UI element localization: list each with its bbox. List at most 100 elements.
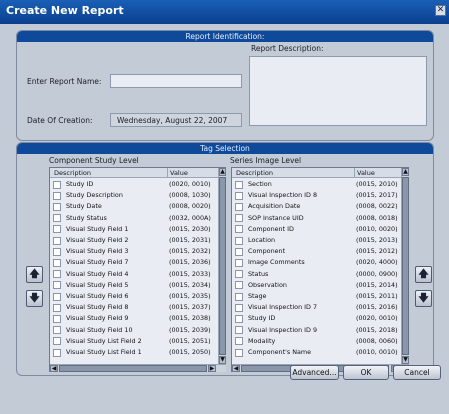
- row-checkbox[interactable]: [235, 270, 243, 279]
- table-row[interactable]: Component ID (0010, 0020): [232, 224, 408, 235]
- advanced-button[interactable]: Advanced...: [290, 365, 339, 380]
- table-row[interactable]: Section (0015, 2010): [232, 179, 408, 190]
- vertical-scrollbar[interactable]: ▲ ▼: [218, 168, 226, 364]
- row-checkbox[interactable]: [235, 348, 243, 357]
- row-checkbox[interactable]: [53, 214, 61, 223]
- table-row[interactable]: Image Comments (0020, 4000): [232, 257, 408, 268]
- table-row[interactable]: Study Description (0008, 1030): [50, 190, 225, 201]
- column-header-description[interactable]: Description: [52, 168, 165, 178]
- scroll-right-icon[interactable]: ▶: [208, 365, 216, 372]
- horizontal-scroll-thumb[interactable]: [59, 365, 207, 372]
- table-row[interactable]: Visual Inspection ID 9 (0015, 2018): [232, 325, 408, 336]
- row-checkbox[interactable]: [235, 303, 243, 312]
- row-checkbox[interactable]: [235, 314, 243, 323]
- scroll-down-icon[interactable]: ▼: [219, 356, 226, 364]
- row-checkbox[interactable]: [53, 326, 61, 335]
- row-checkbox[interactable]: [235, 337, 243, 346]
- scroll-up-icon[interactable]: ▲: [219, 168, 226, 176]
- series-image-level-title: Series Image Level: [230, 156, 302, 165]
- table-row[interactable]: Visual Study Field 4 (0015, 2033): [50, 269, 225, 280]
- table-row[interactable]: Study ID (0020, 0010): [50, 179, 225, 190]
- row-checkbox[interactable]: [53, 180, 61, 189]
- move-down-left-button[interactable]: 🡇: [26, 290, 43, 307]
- table-row[interactable]: Study Status (0032, 000A): [50, 213, 225, 224]
- scroll-thumb[interactable]: [402, 177, 409, 355]
- scroll-left-icon[interactable]: ◀: [50, 365, 58, 372]
- vertical-scrollbar[interactable]: ▲ ▼: [401, 168, 409, 364]
- column-header-value[interactable]: Value: [167, 168, 217, 178]
- table-row[interactable]: Visual Study Field 9 (0015, 2038): [50, 313, 225, 324]
- tag-selection-group: Tag Selection Component Study Level Seri…: [16, 142, 434, 376]
- row-checkbox[interactable]: [53, 281, 61, 290]
- row-checkbox[interactable]: [235, 292, 243, 301]
- table-row[interactable]: Study Date (0008, 0020): [50, 201, 225, 212]
- report-description-field[interactable]: [249, 56, 427, 126]
- table-row[interactable]: Visual Study List Field 2 (0015, 2051): [50, 336, 225, 347]
- row-checkbox[interactable]: [235, 225, 243, 234]
- value-cell: (0008, 0060): [356, 336, 398, 345]
- description-cell: Visual Study Field 4: [66, 269, 129, 278]
- table-row[interactable]: Visual Study Field 8 (0015, 2037): [50, 302, 225, 313]
- table-row[interactable]: Status (0000, 0900): [232, 269, 408, 280]
- horizontal-scrollbar[interactable]: ◀ ▶: [50, 364, 226, 372]
- table-row[interactable]: Visual Study List Field 1 (0015, 2050): [50, 347, 225, 358]
- row-checkbox[interactable]: [235, 247, 243, 256]
- table-row[interactable]: Visual Study Field 5 (0015, 2034): [50, 280, 225, 291]
- row-checkbox[interactable]: [53, 191, 61, 200]
- ok-button[interactable]: OK: [343, 365, 389, 380]
- row-checkbox[interactable]: [53, 258, 61, 267]
- move-up-right-button[interactable]: 🡅: [415, 266, 432, 283]
- move-up-left-button[interactable]: 🡅: [26, 266, 43, 283]
- row-checkbox[interactable]: [235, 281, 243, 290]
- table-row[interactable]: Component's Name (0010, 0010): [232, 347, 408, 358]
- table-row[interactable]: Visual Inspection ID 7 (0015, 2016): [232, 302, 408, 313]
- component-study-level-title: Component Study Level: [49, 156, 139, 165]
- scroll-left-icon[interactable]: ◀: [232, 365, 240, 372]
- row-checkbox[interactable]: [235, 191, 243, 200]
- row-checkbox[interactable]: [53, 348, 61, 357]
- table-row[interactable]: Visual Study Field 7 (0015, 2036): [50, 257, 225, 268]
- close-icon[interactable]: ✕: [435, 5, 446, 16]
- row-checkbox[interactable]: [235, 180, 243, 189]
- row-checkbox[interactable]: [235, 236, 243, 245]
- description-cell: Visual Study Field 3: [66, 247, 129, 256]
- row-checkbox[interactable]: [235, 326, 243, 335]
- row-checkbox[interactable]: [53, 314, 61, 323]
- row-checkbox[interactable]: [53, 337, 61, 346]
- scroll-up-icon[interactable]: ▲: [402, 168, 409, 176]
- table-row[interactable]: Visual Study Field 2 (0015, 2031): [50, 235, 225, 246]
- value-cell: (0015, 2032): [169, 247, 211, 256]
- table-row[interactable]: Visual Study Field 1 (0015, 2030): [50, 224, 225, 235]
- row-checkbox[interactable]: [235, 202, 243, 211]
- column-header-value[interactable]: Value: [354, 168, 400, 178]
- table-row[interactable]: Acquisition Date (0008, 0022): [232, 201, 408, 212]
- row-checkbox[interactable]: [53, 202, 61, 211]
- table-row[interactable]: SOP Instance UID (0008, 0018): [232, 213, 408, 224]
- scroll-down-icon[interactable]: ▼: [402, 356, 409, 364]
- scroll-thumb[interactable]: [219, 177, 226, 355]
- move-down-right-button[interactable]: 🡇: [415, 290, 432, 307]
- table-row[interactable]: Modality (0008, 0060): [232, 336, 408, 347]
- table-row[interactable]: Visual Study Field 10 (0015, 2039): [50, 325, 225, 336]
- row-checkbox[interactable]: [53, 236, 61, 245]
- row-checkbox[interactable]: [235, 214, 243, 223]
- report-name-input[interactable]: [110, 74, 242, 88]
- table-row[interactable]: Component (0015, 2012): [232, 246, 408, 257]
- row-checkbox[interactable]: [53, 247, 61, 256]
- table-row[interactable]: Visual Study Field 3 (0015, 2032): [50, 246, 225, 257]
- value-cell: (0008, 0020): [169, 202, 211, 211]
- table-row[interactable]: Visual Study Field 6 (0015, 2035): [50, 291, 225, 302]
- row-checkbox[interactable]: [235, 258, 243, 267]
- cancel-button[interactable]: Cancel: [393, 365, 441, 380]
- row-checkbox[interactable]: [53, 225, 61, 234]
- table-row[interactable]: Observation (0015, 2014): [232, 280, 408, 291]
- table-row[interactable]: Location (0015, 2013): [232, 235, 408, 246]
- table-row[interactable]: Visual Inspection ID 8 (0015, 2017): [232, 190, 408, 201]
- column-header-description[interactable]: Description: [234, 168, 352, 178]
- row-checkbox[interactable]: [53, 303, 61, 312]
- table-row[interactable]: Stage (0015, 2011): [232, 291, 408, 302]
- value-cell: (0015, 2012): [356, 247, 398, 256]
- row-checkbox[interactable]: [53, 292, 61, 301]
- table-row[interactable]: Study ID (0020, 0010): [232, 313, 408, 324]
- row-checkbox[interactable]: [53, 270, 61, 279]
